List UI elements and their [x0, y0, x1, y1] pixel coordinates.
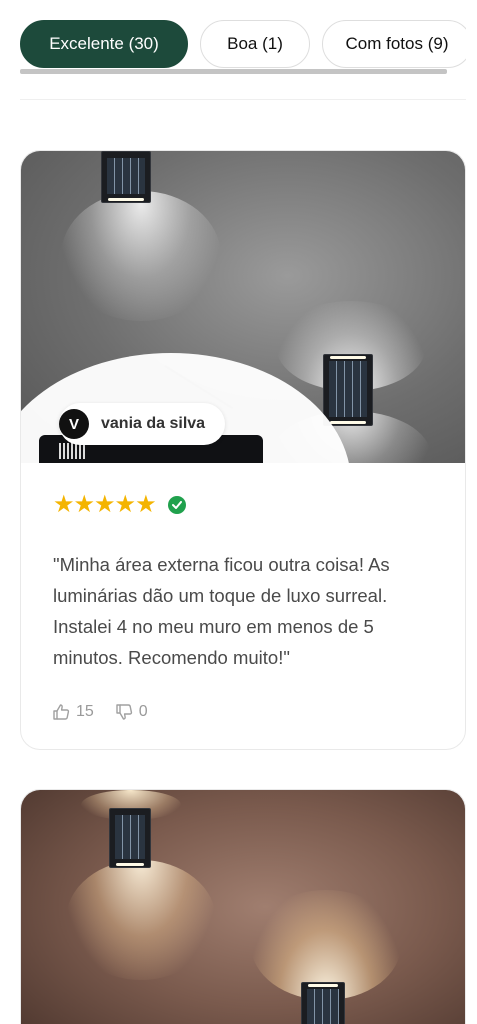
review-photo[interactable] — [21, 790, 465, 1024]
check-circle-icon — [167, 496, 186, 514]
review-text: "Minha área externa ficou outra coisa! A… — [53, 554, 390, 668]
review-card: V vania da silva ★★★★★ "Minha área exter… — [20, 150, 466, 750]
filter-chip-good[interactable]: Boa (1) — [200, 20, 310, 68]
dislike-count: 0 — [138, 703, 148, 720]
author-badge: V vania da silva — [59, 403, 226, 445]
review-card — [20, 789, 466, 1024]
filter-chip-with-photos[interactable]: Com fotos (9) — [322, 20, 466, 68]
thumbs-up-icon — [53, 704, 70, 720]
filter-scrollbar[interactable] — [20, 69, 447, 74]
star-rating: ★★★★★ — [53, 491, 157, 518]
lamp-image — [323, 354, 373, 426]
author-name: vania da silva — [101, 415, 206, 432]
review-filter-bar: Excelente (30) Boa (1) Com fotos (9) — [20, 20, 466, 68]
like-count: 15 — [76, 703, 94, 720]
vote-row: 15 0 — [53, 703, 433, 721]
filter-chip-excellent[interactable]: Excelente (30) — [20, 20, 188, 68]
lamp-image — [301, 982, 345, 1024]
dislike-button[interactable]: 0 — [116, 703, 148, 721]
thumbs-down-icon — [116, 704, 132, 720]
avatar: V — [59, 409, 89, 439]
lamp-image — [109, 808, 151, 868]
divider — [20, 99, 466, 100]
like-button[interactable]: 15 — [53, 703, 94, 721]
review-photo[interactable]: V vania da silva — [21, 151, 465, 463]
rating: ★★★★★ — [53, 493, 433, 517]
lamp-image — [101, 151, 151, 203]
